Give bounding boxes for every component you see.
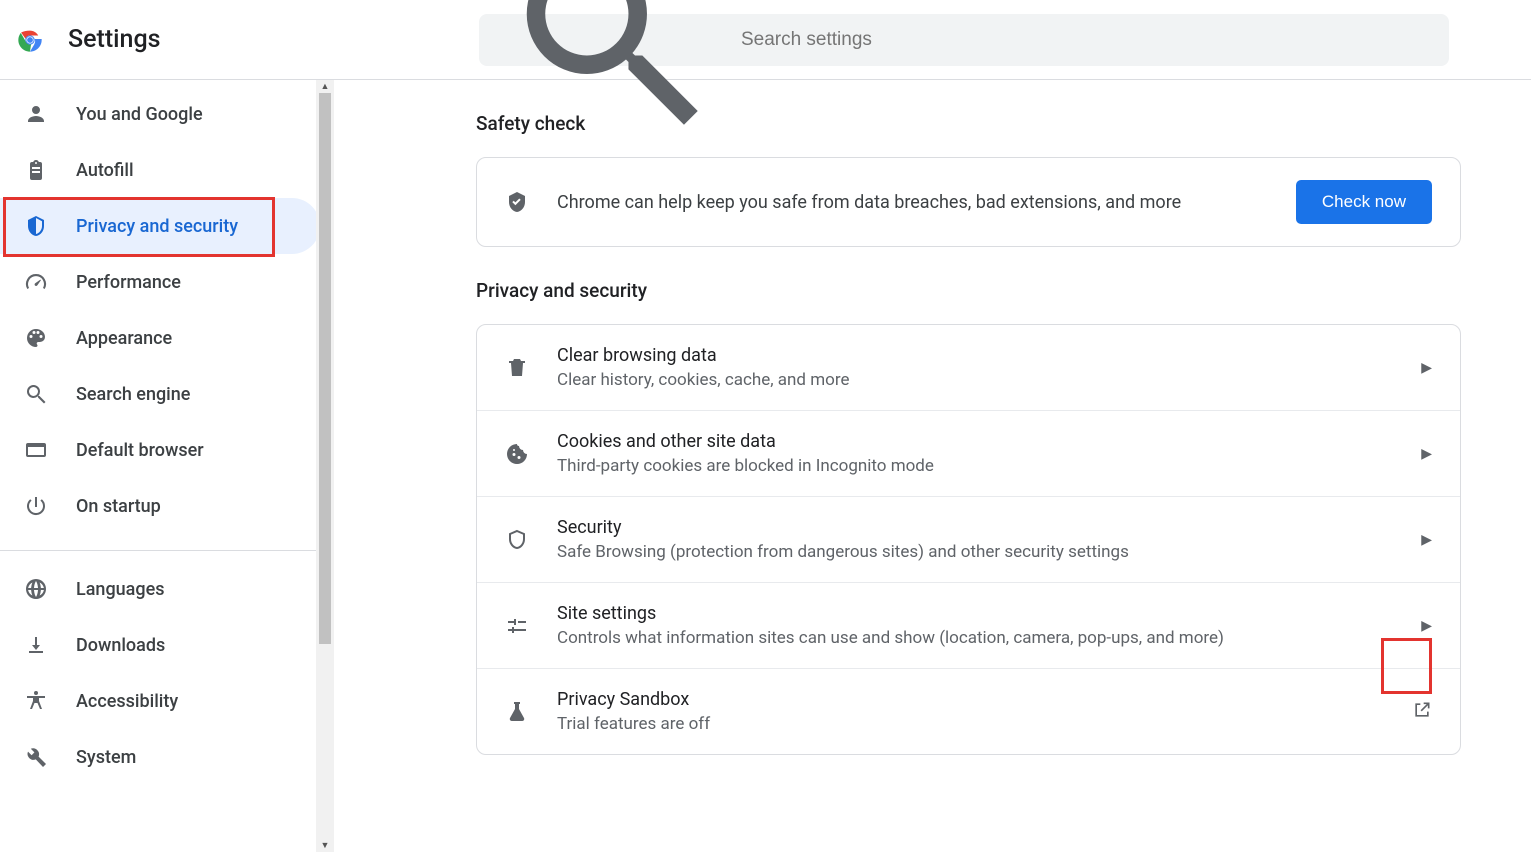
page-title: Settings <box>68 25 161 54</box>
clipboard-icon <box>24 158 48 182</box>
sidebar-item-languages[interactable]: Languages <box>0 561 320 617</box>
sidebar-item-search-engine[interactable]: Search engine <box>0 366 320 422</box>
row-security[interactable]: Security Safe Browsing (protection from … <box>477 496 1460 582</box>
flask-icon <box>505 700 529 724</box>
chevron-right-icon: ▶ <box>1421 532 1432 548</box>
sidebar-item-label: Autofill <box>76 160 134 181</box>
row-subtitle: Trial features are off <box>557 714 1412 734</box>
chevron-right-icon: ▶ <box>1421 618 1432 634</box>
search-settings[interactable] <box>479 14 1449 66</box>
chrome-logo-icon <box>16 26 44 54</box>
row-text: Clear browsing data Clear history, cooki… <box>557 345 1421 390</box>
scroll-thumb[interactable] <box>319 93 331 644</box>
sidebar-item-accessibility[interactable]: Accessibility <box>0 673 320 729</box>
sidebar-item-downloads[interactable]: Downloads <box>0 617 320 673</box>
download-icon <box>24 633 48 657</box>
sidebar-item-label: Appearance <box>76 328 172 349</box>
body: You and Google Autofill Privacy and secu… <box>0 80 1531 852</box>
section-title-privacy: Privacy and security <box>476 279 1461 302</box>
sidebar-item-label: Languages <box>76 579 164 600</box>
tune-icon <box>505 614 529 638</box>
row-text: Cookies and other site data Third-party … <box>557 431 1421 476</box>
sidebar-item-on-startup[interactable]: On startup <box>0 478 320 534</box>
sidebar-item-you-and-google[interactable]: You and Google <box>0 86 320 142</box>
search-input[interactable] <box>741 29 1429 51</box>
magnifier-icon <box>24 382 48 406</box>
sidebar-item-label: Search engine <box>76 384 190 405</box>
row-privacy-sandbox[interactable]: Privacy Sandbox Trial features are off <box>477 668 1460 754</box>
globe-icon <box>24 577 48 601</box>
shield-icon <box>24 214 48 238</box>
row-clear-browsing-data[interactable]: Clear browsing data Clear history, cooki… <box>477 325 1460 410</box>
row-title: Clear browsing data <box>557 345 1421 366</box>
power-icon <box>24 494 48 518</box>
sidebar-item-label: Privacy and security <box>76 216 238 237</box>
sidebar-scrollbar[interactable]: ▲ ▼ <box>316 80 334 852</box>
sidebar-item-performance[interactable]: Performance <box>0 254 320 310</box>
wrench-icon <box>24 745 48 769</box>
sidebar-item-label: System <box>76 747 136 768</box>
scroll-up-icon[interactable]: ▲ <box>316 80 334 93</box>
sidebar-item-autofill[interactable]: Autofill <box>0 142 320 198</box>
palette-icon <box>24 326 48 350</box>
row-cookies[interactable]: Cookies and other site data Third-party … <box>477 410 1460 496</box>
sidebar-item-label: Accessibility <box>76 691 178 712</box>
launch-icon <box>1412 700 1432 724</box>
shield-check-icon <box>505 190 529 214</box>
row-subtitle: Controls what information sites can use … <box>557 628 1421 648</box>
sidebar-item-label: Performance <box>76 272 181 293</box>
scroll-down-icon[interactable]: ▼ <box>316 839 334 852</box>
sidebar-item-default-browser[interactable]: Default browser <box>0 422 320 478</box>
row-subtitle: Third-party cookies are blocked in Incog… <box>557 456 1421 476</box>
header: Settings <box>0 0 1531 80</box>
sidebar-item-label: You and Google <box>76 104 203 125</box>
row-text: Site settings Controls what information … <box>557 603 1421 648</box>
nav-group-secondary: Languages Downloads Accessibility System <box>0 561 320 795</box>
window-icon <box>24 438 48 462</box>
sidebar-item-appearance[interactable]: Appearance <box>0 310 320 366</box>
speedometer-icon <box>24 270 48 294</box>
row-site-settings[interactable]: Site settings Controls what information … <box>477 582 1460 668</box>
sidebar-item-privacy-and-security[interactable]: Privacy and security <box>0 198 320 254</box>
privacy-card: Clear browsing data Clear history, cooki… <box>476 324 1461 755</box>
safety-check-card: Chrome can help keep you safe from data … <box>476 157 1461 247</box>
row-title: Site settings <box>557 603 1421 624</box>
nav-divider <box>0 550 320 551</box>
accessibility-icon <box>24 689 48 713</box>
main-content: Safety check Chrome can help keep you sa… <box>320 80 1531 852</box>
sidebar-item-label: On startup <box>76 496 161 517</box>
safety-check-text: Chrome can help keep you safe from data … <box>557 192 1296 213</box>
chevron-right-icon: ▶ <box>1421 360 1432 376</box>
row-subtitle: Safe Browsing (protection from dangerous… <box>557 542 1421 562</box>
row-title: Privacy Sandbox <box>557 689 1412 710</box>
row-title: Security <box>557 517 1421 538</box>
cookie-icon <box>505 442 529 466</box>
row-subtitle: Clear history, cookies, cache, and more <box>557 370 1421 390</box>
sidebar-item-label: Default browser <box>76 440 204 461</box>
sidebar: You and Google Autofill Privacy and secu… <box>0 80 320 852</box>
chevron-right-icon: ▶ <box>1421 446 1432 462</box>
row-title: Cookies and other site data <box>557 431 1421 452</box>
row-text: Privacy Sandbox Trial features are off <box>557 689 1412 734</box>
nav-group-main: You and Google Autofill Privacy and secu… <box>0 86 320 544</box>
trash-icon <box>505 356 529 380</box>
sidebar-item-label: Downloads <box>76 635 165 656</box>
section-title-safety-check: Safety check <box>476 112 1461 135</box>
person-icon <box>24 102 48 126</box>
shield-outline-icon <box>505 528 529 552</box>
row-text: Security Safe Browsing (protection from … <box>557 517 1421 562</box>
check-now-button[interactable]: Check now <box>1296 180 1432 224</box>
sidebar-item-system[interactable]: System <box>0 729 320 785</box>
